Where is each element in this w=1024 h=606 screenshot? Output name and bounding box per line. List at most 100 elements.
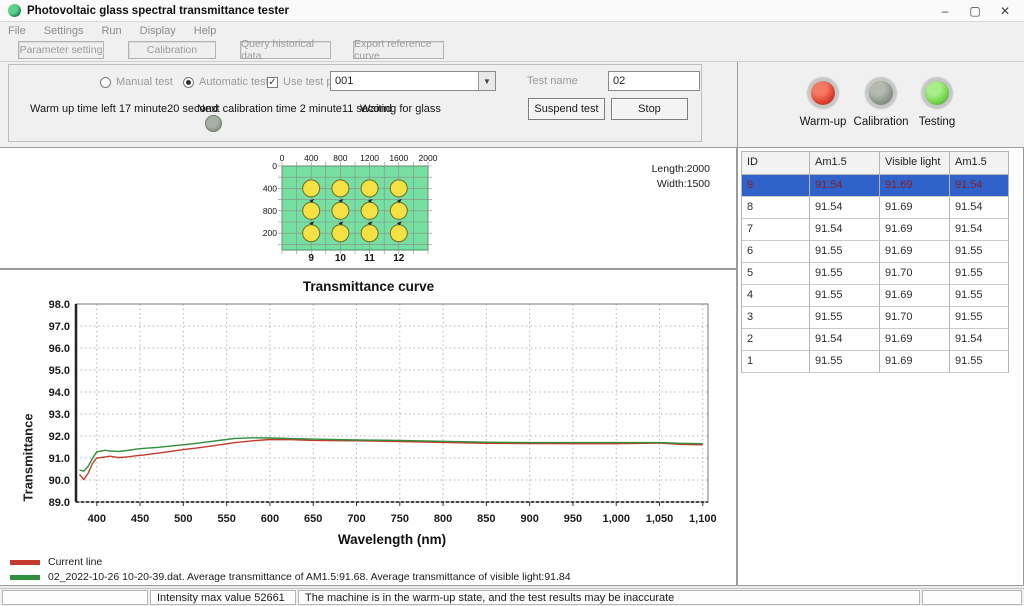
svg-text:550: 550 <box>217 513 235 525</box>
chart-title: Transmittance curve <box>0 279 737 294</box>
toolbar-query-historical-data[interactable]: Query historical data <box>240 41 331 59</box>
table-cell: 91.54 <box>810 219 880 241</box>
table-cell: 1 <box>742 351 810 373</box>
minimize-button[interactable]: – <box>930 1 960 21</box>
glass-length-label: Length:2000 <box>650 162 710 177</box>
table-row[interactable]: 591.5591.7091.55 <box>742 263 1009 285</box>
legend-label-current: Current line <box>48 556 102 568</box>
table-header-row: IDAm1.5Visible lightAm1.5 <box>742 152 1009 175</box>
table-header-am1-5[interactable]: Am1.5 <box>810 152 880 175</box>
test-name-label: Test name <box>527 75 578 87</box>
table-row[interactable]: 691.5591.6991.55 <box>742 241 1009 263</box>
app-icon <box>8 4 21 17</box>
glass-layout-panel: 0400800120016002000040080012009101112 Le… <box>0 147 737 269</box>
table-row[interactable]: 291.5491.6991.54 <box>742 329 1009 351</box>
light-label-calibration: Calibration <box>854 116 909 128</box>
table-cell: 91.69 <box>880 285 950 307</box>
table-cell: 91.54 <box>810 329 880 351</box>
control-panel: Manual test Automatic test ✓ Use test pa… <box>0 62 737 147</box>
svg-text:93.0: 93.0 <box>49 409 70 421</box>
svg-text:1200: 1200 <box>360 153 379 163</box>
table-header-id[interactable]: ID <box>742 152 810 175</box>
table-row[interactable]: 991.5491.6991.54 <box>742 175 1009 197</box>
table-row[interactable]: 791.5491.6991.54 <box>742 219 1009 241</box>
menu-help[interactable]: Help <box>194 25 217 37</box>
status-section-empty <box>2 590 148 605</box>
chevron-down-icon[interactable]: ▼ <box>478 72 495 90</box>
svg-text:650: 650 <box>304 513 322 525</box>
legend-label-reference: 02_2022-10-26 10-20-39.dat. Average tran… <box>48 571 571 583</box>
svg-text:95.0: 95.0 <box>49 365 70 377</box>
toolbar-parameter-setting[interactable]: Parameter setting <box>18 41 104 59</box>
table-row[interactable]: 491.5591.6991.55 <box>742 285 1009 307</box>
table-cell: 91.55 <box>950 263 1009 285</box>
close-button[interactable]: ✕ <box>990 1 1020 21</box>
table-cell: 91.69 <box>880 351 950 373</box>
menu-file[interactable]: File <box>8 25 26 37</box>
table-cell: 4 <box>742 285 810 307</box>
results-table-panel: IDAm1.5Visible lightAm1.5991.5491.6991.5… <box>737 147 1024 586</box>
table-row[interactable]: 391.5591.7091.55 <box>742 307 1009 329</box>
table-row[interactable]: 191.5591.6991.55 <box>742 351 1009 373</box>
light-label-testing: Testing <box>919 116 955 128</box>
svg-text:2000: 2000 <box>419 153 438 163</box>
table-cell: 8 <box>742 197 810 219</box>
use-test-path-checkbox[interactable]: ✓ <box>267 77 278 88</box>
table-cell: 91.69 <box>880 197 950 219</box>
svg-text:450: 450 <box>131 513 149 525</box>
menu-run[interactable]: Run <box>101 25 121 37</box>
svg-text:0: 0 <box>272 161 277 171</box>
svg-text:11: 11 <box>364 253 375 264</box>
automatic-test-label: Automatic test <box>199 76 269 88</box>
light-label-warm-up: Warm-up <box>800 116 847 128</box>
table-cell: 91.54 <box>950 329 1009 351</box>
svg-text:950: 950 <box>564 513 582 525</box>
menu-display[interactable]: Display <box>140 25 176 37</box>
results-table: IDAm1.5Visible lightAm1.5991.5491.6991.5… <box>741 151 1009 373</box>
table-cell: 7 <box>742 219 810 241</box>
manual-test-radio[interactable] <box>100 77 111 88</box>
suspend-test-button[interactable]: Suspend test <box>528 98 605 120</box>
svg-text:600: 600 <box>261 513 279 525</box>
transmittance-chart: 89.090.091.092.093.094.095.096.097.098.0… <box>2 297 735 553</box>
menu-settings[interactable]: Settings <box>44 25 84 37</box>
toolbar-export-reference-curve[interactable]: Export reference curve <box>353 41 444 59</box>
status-section-empty-right <box>922 590 1022 605</box>
svg-text:400: 400 <box>304 153 318 163</box>
status-message: The machine is in the warm-up state, and… <box>298 590 920 605</box>
test-path-value: 001 <box>331 75 478 87</box>
table-cell: 91.55 <box>950 285 1009 307</box>
status-indicator-dot <box>205 115 222 132</box>
svg-text:850: 850 <box>477 513 495 525</box>
automatic-test-radio[interactable] <box>183 77 194 88</box>
table-header-am1-5[interactable]: Am1.5 <box>950 152 1009 175</box>
table-cell: 91.70 <box>880 307 950 329</box>
table-header-visible-light[interactable]: Visible light <box>880 152 950 175</box>
table-cell: 91.69 <box>880 241 950 263</box>
svg-text:1,050: 1,050 <box>646 513 674 525</box>
svg-text:1600: 1600 <box>389 153 408 163</box>
table-cell: 91.54 <box>950 219 1009 241</box>
svg-text:96.0: 96.0 <box>49 343 70 355</box>
window-title: Photovoltaic glass spectral transmittanc… <box>27 5 289 17</box>
svg-text:0: 0 <box>280 153 285 163</box>
table-cell: 91.69 <box>880 219 950 241</box>
test-path-combobox[interactable]: 001 ▼ <box>330 71 496 91</box>
toolbar-calibration[interactable]: Calibration <box>128 41 216 59</box>
light-calibration <box>866 78 896 108</box>
glass-size-labels: Length:2000 Width:1500 <box>650 162 710 192</box>
maximize-button[interactable]: ▢ <box>960 1 990 21</box>
table-row[interactable]: 891.5491.6991.54 <box>742 197 1009 219</box>
table-cell: 91.54 <box>810 175 880 197</box>
title-bar: Photovoltaic glass spectral transmittanc… <box>0 0 1024 22</box>
light-testing <box>922 78 952 108</box>
table-cell: 91.55 <box>810 285 880 307</box>
table-cell: 91.55 <box>810 263 880 285</box>
table-cell: 91.55 <box>810 307 880 329</box>
svg-text:12: 12 <box>393 253 405 264</box>
glass-layout-diagram: 0400800120016002000040080012009101112 <box>262 152 444 266</box>
table-cell: 91.55 <box>950 241 1009 263</box>
stop-button[interactable]: Stop <box>611 98 688 120</box>
status-intensity: Intensity max value 52661 <box>150 590 296 605</box>
test-name-input[interactable]: 02 <box>608 71 700 91</box>
